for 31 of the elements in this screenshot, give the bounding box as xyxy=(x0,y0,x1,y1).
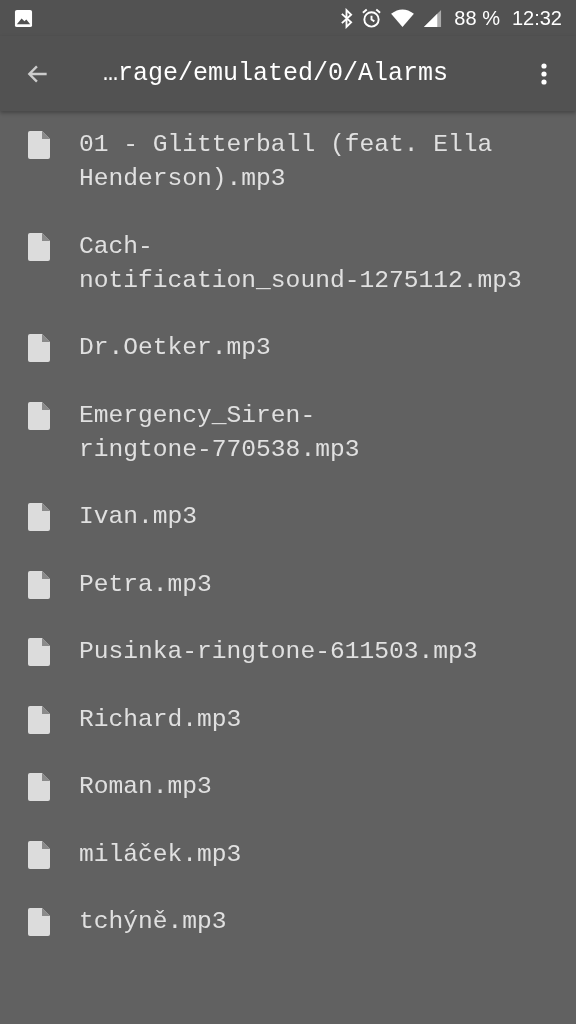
folder-path-title: …rage/emulated/0/Alarms xyxy=(103,59,450,88)
file-icon xyxy=(28,401,50,430)
more-options-icon[interactable] xyxy=(540,61,548,86)
clock-time: 12:32 xyxy=(511,6,562,30)
image-icon xyxy=(14,8,33,28)
file-name[interactable]: miláček.mp3 xyxy=(79,837,242,872)
file-name[interactable]: Petra.mp3 xyxy=(79,567,212,602)
file-name[interactable]: 01 - Glitterball (feat. Ella Henderson).mp3 xyxy=(79,128,493,196)
file-icon xyxy=(28,840,50,869)
file-icon xyxy=(28,503,50,531)
file-icon xyxy=(28,773,50,801)
file-name[interactable]: Ivan.mp3 xyxy=(79,500,198,534)
file-icon xyxy=(28,131,50,159)
file-icon xyxy=(28,570,50,599)
alarm-clock-icon xyxy=(361,7,383,29)
file-name[interactable]: Dr.Oetker.mp3 xyxy=(79,331,271,365)
file-name[interactable]: Emergency_Siren- ringtone-770538.mp3 xyxy=(79,398,360,467)
file-name[interactable]: Pusinka-ringtone-611503.mp3 xyxy=(79,635,478,669)
file-name[interactable]: Richard.mp3 xyxy=(79,702,242,737)
file-icon xyxy=(28,638,50,666)
file-name[interactable]: tchýně.mp3 xyxy=(79,905,227,939)
file-icon xyxy=(28,705,50,734)
file-icon xyxy=(28,334,50,362)
file-name[interactable]: Roman.mp3 xyxy=(79,770,212,804)
file-icon xyxy=(28,232,50,261)
battery-percentage: 88 % xyxy=(454,6,500,30)
file-icon xyxy=(28,908,50,936)
wifi-icon xyxy=(390,8,416,28)
file-name[interactable]: Cach- notification_sound-1275112.mp3 xyxy=(79,229,522,298)
bluetooth-icon xyxy=(340,7,354,29)
signal-icon xyxy=(423,8,443,28)
